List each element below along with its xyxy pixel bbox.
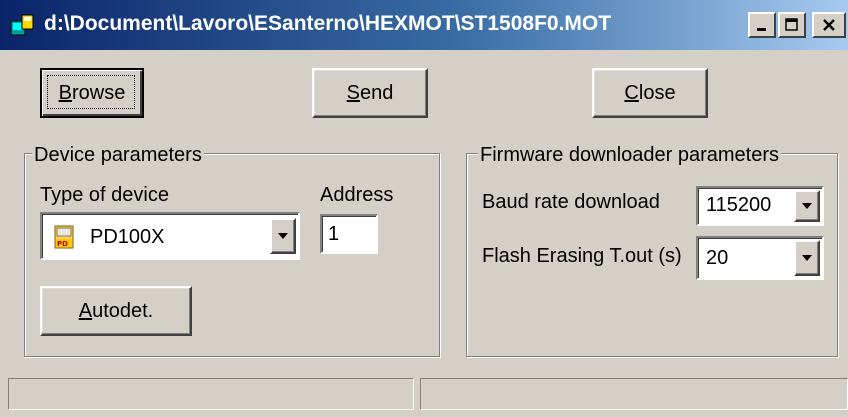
autodetect-button[interactable]: Autodet. xyxy=(40,286,192,336)
autodetect-label: Autodet. xyxy=(78,299,154,322)
minimize-icon xyxy=(757,28,766,31)
device-type-select[interactable]: PD PD100X xyxy=(40,212,300,260)
flash-erasing-timeout-select[interactable]: 20 xyxy=(696,236,824,280)
address-input[interactable] xyxy=(320,214,378,254)
baud-rate-select[interactable]: 115200 xyxy=(696,186,824,226)
device-type-value: PD100X xyxy=(90,226,165,248)
baud-rate-value: 115200 xyxy=(706,194,772,216)
window-title: d:\Document\Lavoro\ESanterno\HEXMOT\ST15… xyxy=(44,12,612,35)
chevron-down-icon xyxy=(802,255,812,261)
maximize-icon xyxy=(785,18,798,31)
type-of-device-label: Type of device xyxy=(40,184,169,206)
close-icon xyxy=(823,19,835,31)
firmware-downloader-legend: Firmware downloader parameters xyxy=(478,144,782,167)
baud-rate-label: Baud rate download xyxy=(482,191,660,213)
close-button[interactable]: Close xyxy=(592,68,708,118)
address-label: Address xyxy=(320,184,394,206)
svg-text:PD: PD xyxy=(57,240,68,248)
flash-erasing-timeout-value: 20 xyxy=(706,247,729,269)
baud-rate-dropdown-button[interactable] xyxy=(794,190,820,222)
send-label: Send xyxy=(346,81,394,104)
chevron-down-icon xyxy=(278,233,288,239)
pd-device-icon: PD xyxy=(54,225,74,249)
device-type-dropdown-button[interactable] xyxy=(270,218,296,254)
send-button[interactable]: Send xyxy=(312,68,428,118)
maximize-button[interactable] xyxy=(778,12,806,38)
minimize-button[interactable] xyxy=(748,12,776,38)
flash-erasing-timeout-label: Flash Erasing T.out (s) xyxy=(482,245,682,267)
status-panel-left xyxy=(8,378,414,410)
chevron-down-icon xyxy=(802,203,812,209)
app-icon xyxy=(10,14,34,36)
close-label: Close xyxy=(624,81,676,104)
device-parameters-legend: Device parameters xyxy=(32,144,204,167)
flash-erasing-timeout-dropdown-button[interactable] xyxy=(794,240,820,276)
focus-rectangle xyxy=(47,75,135,109)
close-window-button[interactable] xyxy=(812,12,846,38)
status-panel-right xyxy=(420,378,848,410)
browse-button[interactable]: Browse xyxy=(40,68,144,118)
